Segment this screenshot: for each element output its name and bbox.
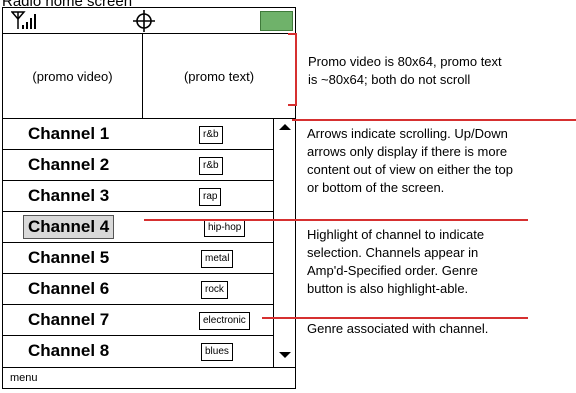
genre-button[interactable]: hip-hop xyxy=(204,219,246,237)
menu-button[interactable]: menu xyxy=(10,372,38,384)
channel-row[interactable]: Channel 3 rap xyxy=(3,181,273,212)
genre-button[interactable]: blues xyxy=(201,343,233,361)
annotation-line-text: Highlight of channel to indicate xyxy=(307,227,485,242)
scroll-up-arrow-icon[interactable] xyxy=(279,124,291,130)
crosshair-icon xyxy=(133,10,155,32)
annotation-line-text: Promo video is 80x64, promo text xyxy=(308,54,502,69)
genre-button[interactable]: rock xyxy=(201,281,228,299)
channel-name[interactable]: Channel 6 xyxy=(28,279,109,299)
promo-text[interactable]: (promo text) xyxy=(143,34,295,118)
channel-name[interactable]: Channel 3 xyxy=(28,186,109,206)
channel-name[interactable]: Channel 1 xyxy=(28,124,109,144)
promo-video[interactable]: (promo video) xyxy=(3,34,143,118)
channel-name[interactable]: Channel 5 xyxy=(28,248,109,268)
channel-list: Channel 1 r&b Channel 2 r&b Channel 3 ra… xyxy=(3,119,274,367)
channel-row[interactable]: Channel 1 r&b xyxy=(3,119,273,150)
menu-bar: menu xyxy=(3,367,295,388)
annotation-line-text: Amp'd-Specified order. Genre xyxy=(307,263,478,278)
annotation-line-text: button is also highlight-able. xyxy=(307,281,469,296)
arrows-annotation: Arrows indicate scrolling. Up/Down arrow… xyxy=(307,125,513,197)
status-bar xyxy=(3,8,295,34)
annotation-line-text: Genre associated with channel. xyxy=(307,321,489,336)
channel-row[interactable]: Channel 2 r&b xyxy=(3,150,273,181)
channel-row[interactable]: Channel 8 blues xyxy=(3,336,273,367)
genre-button[interactable]: metal xyxy=(201,250,234,268)
genre-button[interactable]: r&b xyxy=(199,126,223,144)
genre-button[interactable]: r&b xyxy=(199,157,223,175)
scroll-down-arrow-icon[interactable] xyxy=(279,352,291,358)
annotation-line-text: Arrows indicate scrolling. Up/Down xyxy=(307,126,508,141)
annotation-line-text: arrows only display if there is more xyxy=(307,144,508,159)
signal-strength-icon xyxy=(11,11,36,29)
channel-name[interactable]: Channel 2 xyxy=(28,155,109,175)
genre-button[interactable]: rap xyxy=(199,188,222,206)
annotation-line-text: selection. Channels appear in xyxy=(307,245,479,260)
channel-name[interactable]: Channel 8 xyxy=(28,341,109,361)
promo-area: (promo video) (promo text) xyxy=(3,34,295,119)
phone-screen: (promo video) (promo text) Channel 1 r&b… xyxy=(2,7,296,389)
channel-row-selected[interactable]: Channel 4 hip-hop xyxy=(3,212,273,243)
annotation-line-text: is ~80x64; both do not scroll xyxy=(308,72,471,87)
genre-annotation: Genre associated with channel. xyxy=(307,320,488,338)
channel-row[interactable]: Channel 7 electronic xyxy=(3,305,273,336)
channel-row[interactable]: Channel 5 metal xyxy=(3,243,273,274)
genre-button[interactable]: electronic xyxy=(199,312,250,330)
annotation-line-text: or bottom of the screen. xyxy=(307,180,445,195)
promo-annotation: Promo video is 80x64, promo text is ~80x… xyxy=(308,53,502,89)
channel-name[interactable]: Channel 7 xyxy=(28,310,109,330)
highlight-annotation: Highlight of channel to indicate selecti… xyxy=(307,226,484,298)
annotation-line-text: content out of view on either the top xyxy=(307,162,513,177)
scrollbar[interactable] xyxy=(274,119,295,367)
battery-icon xyxy=(260,11,293,31)
channel-name-highlighted[interactable]: Channel 4 xyxy=(23,215,115,239)
channel-row[interactable]: Channel 6 rock xyxy=(3,274,273,305)
